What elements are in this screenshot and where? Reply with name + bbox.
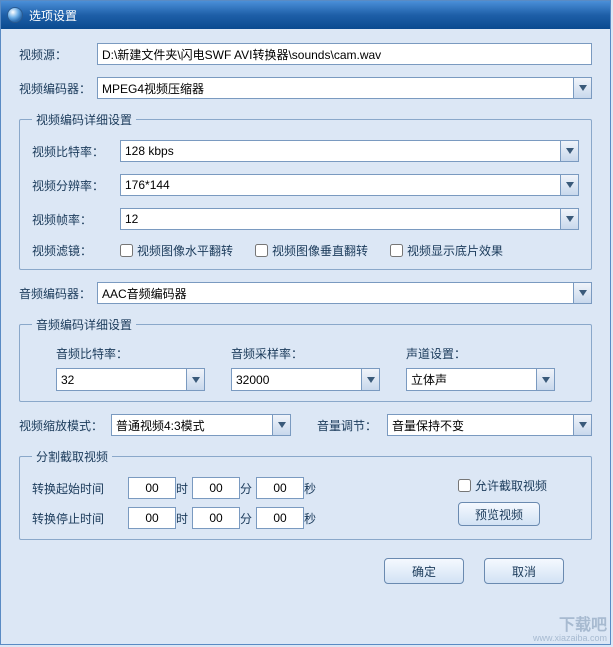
video-source-input[interactable] bbox=[97, 43, 592, 65]
video-group-legend: 视频编码详细设置 bbox=[32, 111, 136, 128]
chevron-down-icon bbox=[361, 369, 379, 390]
chevron-down-icon bbox=[536, 369, 554, 390]
chevron-down-icon bbox=[560, 175, 578, 195]
audio-channel-select[interactable]: 立体声 bbox=[406, 368, 555, 391]
video-encoder-label: 视频编码器： bbox=[19, 80, 97, 97]
stop-hour-input[interactable] bbox=[128, 507, 176, 529]
segment-legend: 分割截取视频 bbox=[32, 448, 112, 465]
chevron-down-icon bbox=[560, 141, 578, 161]
chevron-down-icon bbox=[573, 78, 591, 98]
chevron-down-icon bbox=[186, 369, 204, 390]
negative-checkbox[interactable]: 视频显示底片效果 bbox=[390, 242, 503, 259]
video-fps-value: 12 bbox=[121, 209, 560, 229]
app-icon bbox=[7, 7, 23, 23]
start-time-label: 转换起始时间 bbox=[32, 480, 128, 497]
unit-sec: 秒 bbox=[304, 510, 320, 527]
video-bitrate-label: 视频比特率： bbox=[32, 143, 120, 160]
audio-samplerate-value: 32000 bbox=[232, 369, 361, 390]
titlebar: 选项设置 bbox=[1, 1, 610, 29]
volume-label: 音量调节： bbox=[317, 417, 379, 434]
audio-group-legend: 音频编码详细设置 bbox=[32, 316, 136, 333]
audio-settings-group: 音频编码详细设置 音频比特率： 32 音频采样率： 32000 bbox=[19, 316, 592, 402]
flip-v-checkbox[interactable]: 视频图像垂直翻转 bbox=[255, 242, 368, 259]
video-resolution-value: 176*144 bbox=[121, 175, 560, 195]
video-fps-label: 视频帧率： bbox=[32, 211, 120, 228]
segment-group: 分割截取视频 转换起始时间 时 分 秒 转换停止时间 bbox=[19, 448, 592, 540]
audio-bitrate-label: 音频比特率： bbox=[56, 345, 205, 362]
video-bitrate-select[interactable]: 128 kbps bbox=[120, 140, 579, 162]
scale-mode-label: 视频缩放模式： bbox=[19, 417, 103, 434]
start-min-input[interactable] bbox=[192, 477, 240, 499]
chevron-down-icon bbox=[560, 209, 578, 229]
cancel-button[interactable]: 取消 bbox=[484, 558, 564, 584]
settings-window: 选项设置 视频源： 视频编码器： MPEG4视频压缩器 视频编码详细设置 视频比… bbox=[0, 0, 611, 645]
video-filter-label: 视频滤镜： bbox=[32, 242, 120, 259]
audio-encoder-value: AAC音频编码器 bbox=[98, 283, 573, 303]
preview-video-button[interactable]: 预览视频 bbox=[458, 502, 540, 526]
start-hour-input[interactable] bbox=[128, 477, 176, 499]
audio-samplerate-label: 音频采样率： bbox=[231, 345, 380, 362]
allow-segment-checkbox[interactable]: 允许截取视频 bbox=[458, 477, 547, 494]
video-resolution-select[interactable]: 176*144 bbox=[120, 174, 579, 196]
unit-hour: 时 bbox=[176, 510, 192, 527]
window-title: 选项设置 bbox=[29, 7, 77, 24]
audio-bitrate-value: 32 bbox=[57, 369, 186, 390]
audio-encoder-select[interactable]: AAC音频编码器 bbox=[97, 282, 592, 304]
flip-h-checkbox[interactable]: 视频图像水平翻转 bbox=[120, 242, 233, 259]
start-sec-input[interactable] bbox=[256, 477, 304, 499]
audio-encoder-label: 音频编码器： bbox=[19, 285, 97, 302]
scale-mode-value: 普通视频4:3模式 bbox=[112, 415, 272, 435]
video-encoder-select[interactable]: MPEG4视频压缩器 bbox=[97, 77, 592, 99]
chevron-down-icon bbox=[573, 415, 591, 435]
ok-button[interactable]: 确定 bbox=[384, 558, 464, 584]
unit-min: 分 bbox=[240, 510, 256, 527]
chevron-down-icon bbox=[272, 415, 290, 435]
volume-select[interactable]: 音量保持不变 bbox=[387, 414, 592, 436]
audio-channel-label: 声道设置： bbox=[406, 345, 555, 362]
chevron-down-icon bbox=[573, 283, 591, 303]
scale-mode-select[interactable]: 普通视频4:3模式 bbox=[111, 414, 291, 436]
video-fps-select[interactable]: 12 bbox=[120, 208, 579, 230]
unit-sec: 秒 bbox=[304, 480, 320, 497]
unit-min: 分 bbox=[240, 480, 256, 497]
video-resolution-label: 视频分辨率： bbox=[32, 177, 120, 194]
video-settings-group: 视频编码详细设置 视频比特率： 128 kbps 视频分辨率： 176*144 … bbox=[19, 111, 592, 270]
content: 视频源： 视频编码器： MPEG4视频压缩器 视频编码详细设置 视频比特率： 1… bbox=[1, 29, 610, 594]
unit-hour: 时 bbox=[176, 480, 192, 497]
video-source-label: 视频源： bbox=[19, 46, 97, 63]
audio-samplerate-select[interactable]: 32000 bbox=[231, 368, 380, 391]
volume-value: 音量保持不变 bbox=[388, 415, 573, 435]
video-bitrate-value: 128 kbps bbox=[121, 141, 560, 161]
stop-min-input[interactable] bbox=[192, 507, 240, 529]
watermark: 下载吧 www.xiazaiba.com bbox=[533, 618, 607, 643]
audio-bitrate-select[interactable]: 32 bbox=[56, 368, 205, 391]
stop-sec-input[interactable] bbox=[256, 507, 304, 529]
audio-channel-value: 立体声 bbox=[407, 369, 536, 390]
stop-time-label: 转换停止时间 bbox=[32, 510, 128, 527]
video-encoder-value: MPEG4视频压缩器 bbox=[98, 78, 573, 98]
